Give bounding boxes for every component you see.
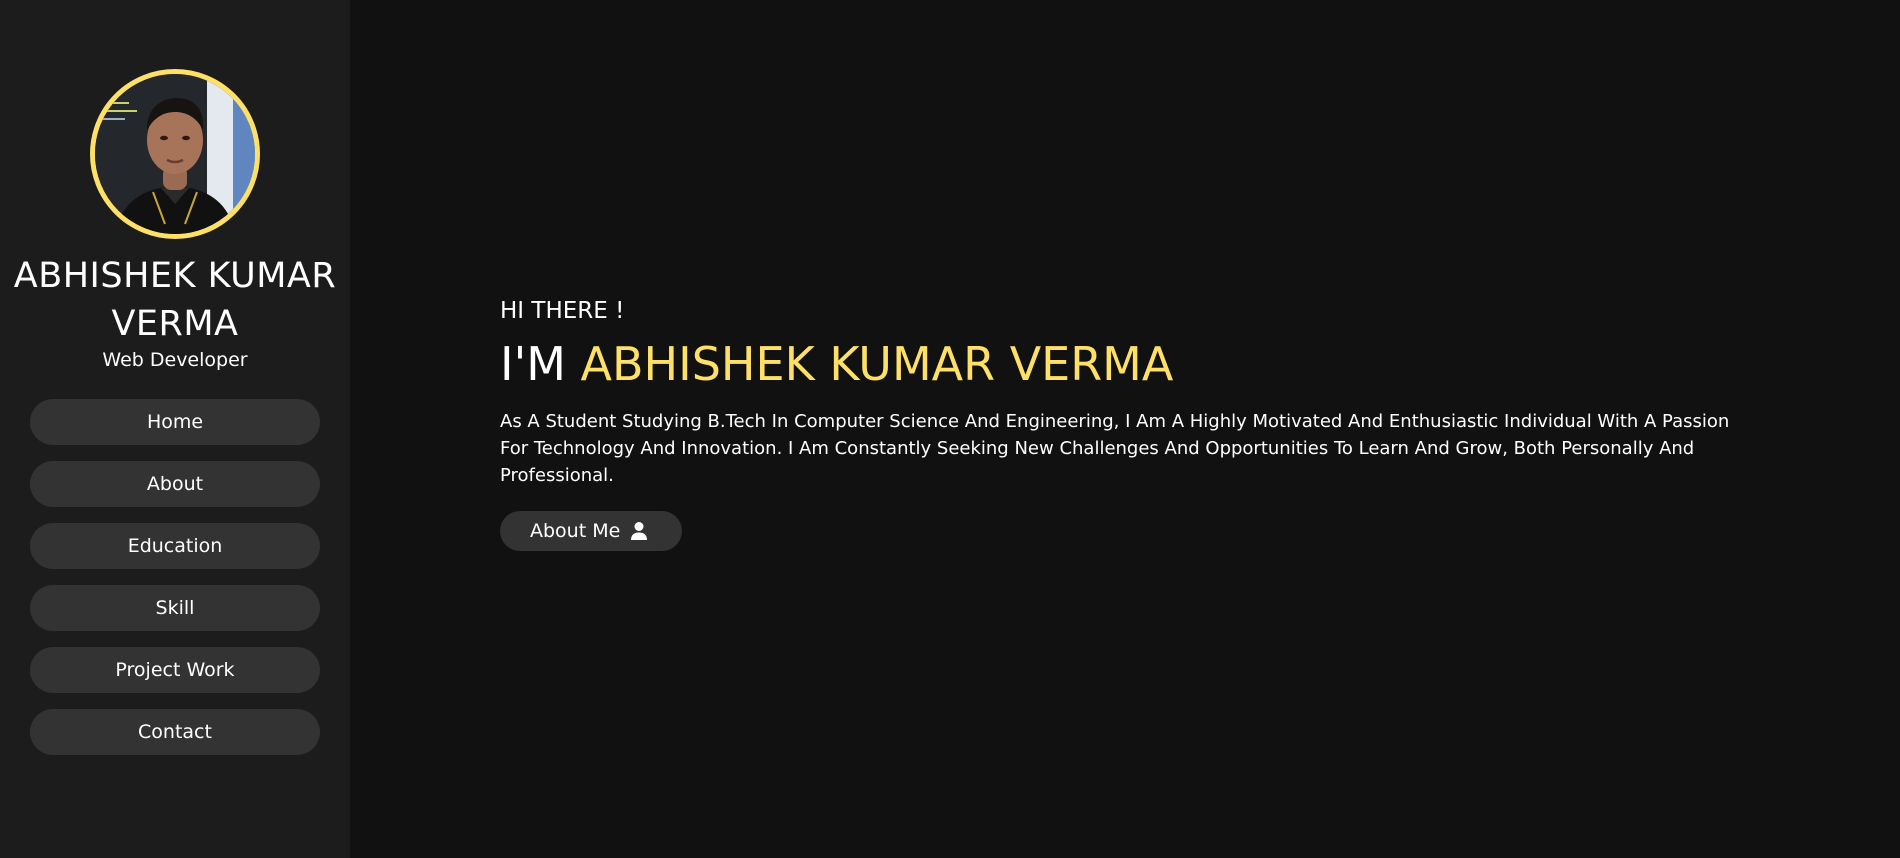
about-me-label: About Me bbox=[530, 520, 621, 542]
nav-item-skill[interactable]: Skill bbox=[30, 585, 320, 631]
sidebar-name: ABHISHEK KUMAR VERMA bbox=[13, 256, 337, 344]
hero-section: HI THERE ! I'M ABHISHEK KUMAR VERMA As A… bbox=[500, 296, 1750, 551]
about-me-button[interactable]: About Me bbox=[500, 511, 683, 551]
hero-headline: I'M ABHISHEK KUMAR VERMA bbox=[500, 334, 1750, 394]
sidebar-nav: Home About Education Skill Project Work … bbox=[30, 399, 320, 771]
hero-greeting: HI THERE ! bbox=[500, 298, 625, 324]
sidebar-role: Web Developer bbox=[102, 349, 248, 371]
hero-bio: As A Student Studying B.Tech In Computer… bbox=[500, 411, 1730, 486]
profile-photo bbox=[95, 74, 255, 234]
nav-item-project-work[interactable]: Project Work bbox=[30, 647, 320, 693]
nav-item-home[interactable]: Home bbox=[30, 399, 320, 445]
nav-item-about[interactable]: About bbox=[30, 461, 320, 507]
sidebar: ABHISHEK KUMAR VERMA Web Developer Home … bbox=[0, 0, 350, 858]
profile-avatar bbox=[90, 69, 260, 239]
portfolio-page: ABHISHEK KUMAR VERMA Web Developer Home … bbox=[0, 0, 1900, 858]
nav-item-education[interactable]: Education bbox=[30, 523, 320, 569]
nav-item-contact[interactable]: Contact bbox=[30, 709, 320, 755]
headline-prefix: I'M bbox=[500, 337, 566, 391]
headline-name: ABHISHEK KUMAR VERMA bbox=[580, 337, 1174, 391]
user-icon bbox=[630, 521, 648, 541]
